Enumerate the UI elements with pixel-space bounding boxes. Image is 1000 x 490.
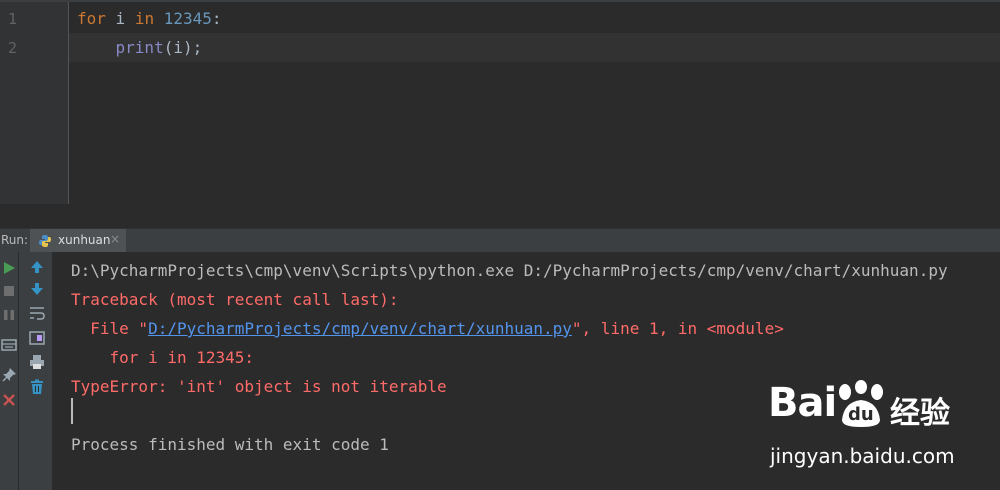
file-suffix: ", line 1, in <module> — [571, 319, 784, 338]
traceback-header: Traceback (most recent call last): — [71, 290, 399, 309]
error-message: TypeError: 'int' object is not iterable — [71, 377, 447, 396]
line-number-1: 1 — [8, 10, 18, 28]
loop-variable: i — [105, 9, 135, 28]
stop-icon[interactable] — [1, 283, 17, 299]
soft-wrap-icon[interactable] — [29, 305, 45, 321]
file-link[interactable]: D:/PycharmProjects/cmp/venv/chart/xunhua… — [148, 319, 572, 338]
down-arrow-icon[interactable] — [29, 281, 45, 297]
code-line-1[interactable]: for i in 12345: — [69, 4, 1000, 33]
run-label: Run: — [1, 233, 29, 247]
process-exit-message: Process finished with exit code 1 — [71, 435, 389, 454]
builtin-print: print — [115, 38, 164, 57]
file-prefix: File " — [71, 319, 149, 338]
up-arrow-icon[interactable] — [29, 259, 45, 275]
layout-icon[interactable] — [1, 337, 17, 353]
line-number-gutter: 1 2 — [0, 2, 69, 204]
editor-bottom-area — [0, 204, 1000, 228]
line-number-2: 2 — [8, 39, 18, 57]
traceback-code-line: for i in 12345: — [71, 348, 255, 367]
run-toolbar-secondary — [19, 252, 53, 490]
code-line-2[interactable]: print(i); — [69, 33, 1000, 62]
run-tab-xunhuan[interactable]: xunhuan × — [30, 229, 126, 253]
watermark-du: du — [848, 404, 874, 425]
trash-icon[interactable] — [29, 379, 45, 395]
watermark-jingyan: 经验 — [890, 396, 950, 431]
text-caret — [71, 398, 73, 424]
python-file-icon — [39, 235, 51, 247]
editor-top-border — [0, 0, 1000, 2]
run-icon[interactable] — [1, 260, 17, 276]
run-tool-window-header: Run: xunhuan × — [0, 228, 1000, 253]
pin-icon[interactable] — [1, 367, 17, 383]
run-tab-label: xunhuan — [58, 233, 111, 247]
number-literal: 12345 — [163, 9, 212, 28]
colon: : — [211, 9, 222, 28]
close-icon[interactable] — [1, 392, 17, 408]
run-toolbar-primary — [0, 252, 19, 490]
close-tab-icon[interactable]: × — [110, 232, 120, 246]
scroll-to-end-icon[interactable] — [29, 330, 45, 346]
print-icon[interactable] — [29, 354, 45, 370]
console-command-line: D:\PycharmProjects\cmp\venv\Scripts\pyth… — [71, 261, 948, 280]
pause-icon[interactable] — [1, 307, 17, 323]
code-editor[interactable]: 1 2 for i in 12345: print(i); — [0, 0, 1000, 206]
watermark-brand: Bai — [768, 380, 837, 426]
traceback-file-line: File "D:/PycharmProjects/cmp/venv/chart/… — [71, 319, 784, 338]
keyword-in: in — [134, 9, 155, 28]
baidu-jingyan-watermark: Bai du 经验 jingyan.baidu.com — [768, 378, 990, 478]
call-args: (i); — [163, 38, 203, 57]
watermark-url: jingyan.baidu.com — [770, 444, 955, 468]
keyword-for: for — [77, 9, 106, 28]
